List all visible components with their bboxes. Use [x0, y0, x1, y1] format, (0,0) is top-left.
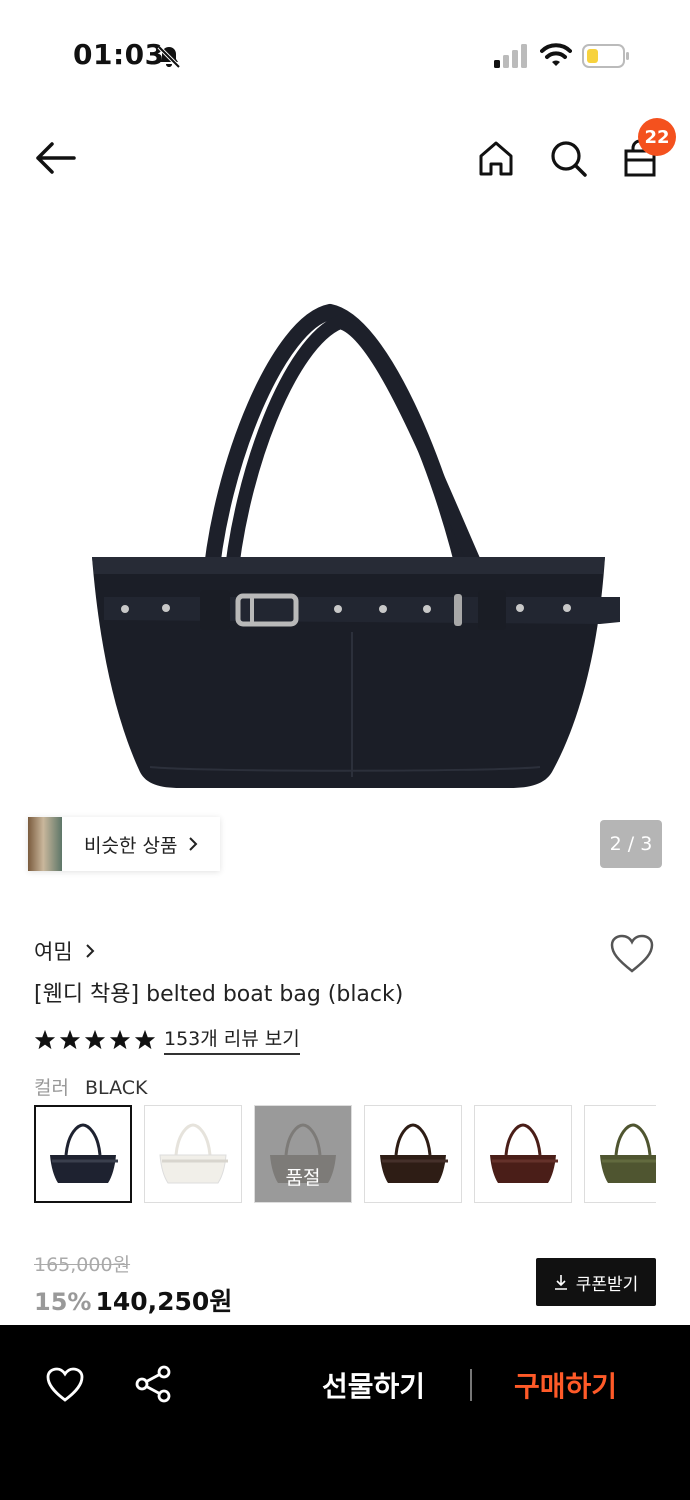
current-price: 140,250원 — [95, 1287, 233, 1316]
chevron-right-icon — [85, 944, 95, 958]
swatch-bag-image — [490, 1123, 558, 1183]
product-title: [웬디 착용] belted boat bag (black) — [34, 982, 404, 1007]
share-icon[interactable] — [134, 1365, 172, 1403]
coupon-button[interactable]: 쿠폰받기 — [536, 1258, 656, 1306]
coupon-label: 쿠폰받기 — [575, 1274, 639, 1295]
color-swatch[interactable] — [34, 1105, 132, 1203]
soldout-label: 품절 — [255, 1106, 351, 1202]
back-arrow-icon[interactable] — [34, 140, 76, 176]
similar-products-label: 비슷한 상품 — [84, 834, 178, 857]
home-icon[interactable] — [476, 138, 516, 178]
discount-rate: 15% — [34, 1288, 92, 1316]
swatch-bag-image — [380, 1123, 448, 1183]
top-navigation: 22 — [0, 110, 690, 210]
status-time: 01:03 — [73, 38, 165, 71]
star-icon — [34, 1029, 56, 1049]
color-row: 컬러 BLACK — [34, 1073, 147, 1100]
status-bar: 01:03 — [0, 0, 690, 110]
bottom-action-bar: 선물하기 구매하기 — [0, 1325, 690, 1500]
download-icon — [554, 1275, 567, 1290]
wishlist-heart-icon[interactable] — [610, 934, 654, 974]
rating-row: 153개 리뷰 보기 — [34, 1024, 300, 1055]
similar-product-thumbnail — [28, 817, 62, 871]
color-swatch[interactable] — [584, 1105, 656, 1203]
color-value: BLACK — [85, 1077, 148, 1099]
star-icon — [59, 1029, 81, 1049]
similar-products-button[interactable]: 비슷한 상품 — [28, 817, 220, 871]
brand-link[interactable]: 여밈 — [34, 936, 95, 966]
star-icon — [84, 1029, 106, 1049]
image-counter: 2 / 3 — [600, 820, 662, 868]
bell-off-icon — [157, 45, 181, 69]
wifi-icon — [540, 43, 572, 66]
color-swatch[interactable] — [144, 1105, 242, 1203]
color-swatch[interactable]: 품절 — [254, 1105, 352, 1203]
original-price: 165,000원 — [34, 1254, 131, 1276]
gift-button[interactable]: 선물하기 — [322, 1365, 425, 1405]
color-label: 컬러 — [34, 1077, 69, 1099]
buy-button[interactable]: 구매하기 — [514, 1365, 617, 1405]
reviews-link[interactable]: 153개 리뷰 보기 — [164, 1024, 300, 1055]
product-image — [92, 303, 620, 788]
battery-icon — [582, 44, 629, 68]
swatch-bag-image — [159, 1123, 228, 1184]
color-swatch-list: 품절 — [34, 1105, 656, 1205]
product-image-gallery[interactable]: 비슷한 상품 2 / 3 — [0, 212, 690, 902]
cart-count-badge: 22 — [638, 118, 676, 156]
rating-stars — [34, 1029, 156, 1051]
color-swatch[interactable] — [474, 1105, 572, 1203]
star-icon — [109, 1029, 131, 1049]
signal-icon — [494, 44, 527, 68]
swatch-bag-image — [600, 1123, 656, 1183]
brand-name: 여밈 — [34, 940, 73, 964]
chevron-right-icon — [189, 837, 198, 851]
divider — [470, 1369, 472, 1401]
heart-icon[interactable] — [46, 1367, 84, 1403]
color-swatch[interactable] — [364, 1105, 462, 1203]
price-row: 15% 140,250원 — [34, 1282, 232, 1318]
star-icon — [134, 1029, 156, 1049]
swatch-bag-image — [50, 1123, 118, 1183]
search-icon[interactable] — [548, 138, 588, 178]
